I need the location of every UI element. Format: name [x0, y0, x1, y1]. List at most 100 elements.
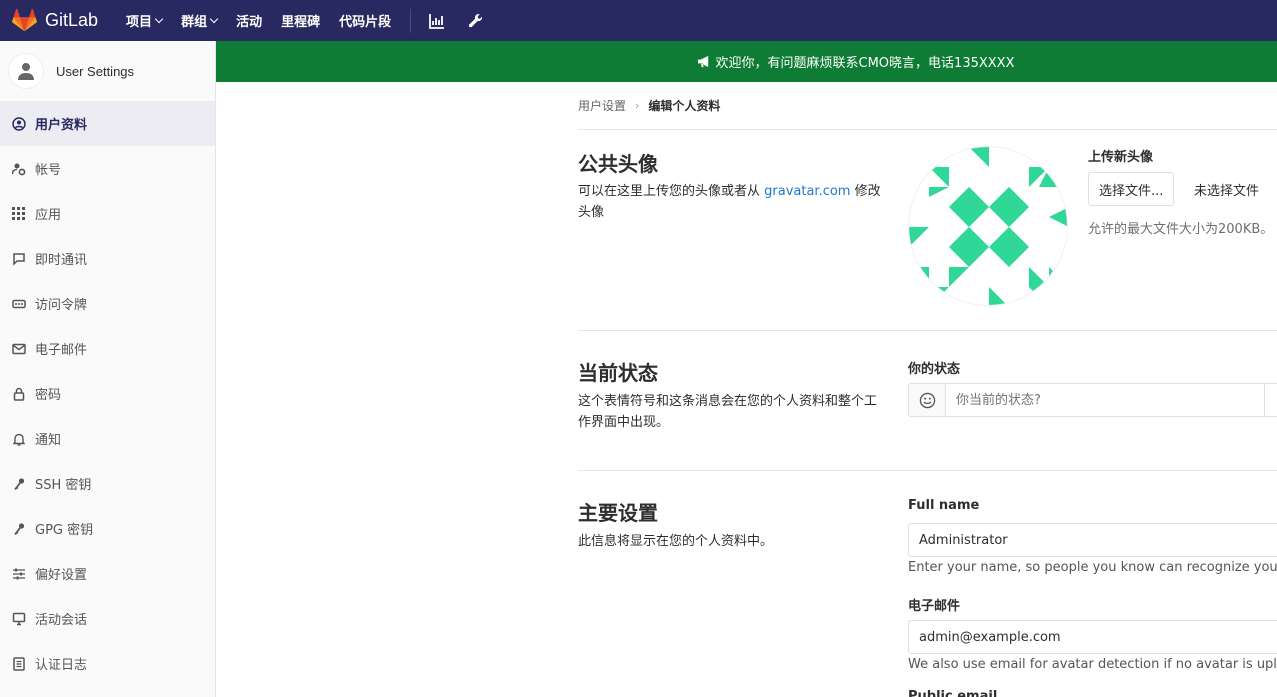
breadcrumb-current: 编辑个人资料	[648, 99, 721, 113]
broadcast-banner: 欢迎你，有问题麻烦联系CMO晓言，电话135XXXX	[216, 41, 1277, 82]
sidebar-item-label: 帐号	[35, 163, 62, 178]
nav-projects[interactable]: 项目	[126, 11, 164, 30]
sidebar-item-label: GPG 密钥	[35, 523, 94, 538]
sidebar-item-7[interactable]: 通知	[0, 416, 215, 461]
broadcast-message: 欢迎你，有问题麻烦联系CMO晓言，电话135XXXX	[715, 56, 1015, 71]
email-label: 电子邮件	[908, 599, 961, 614]
sidebar-item-label: SSH 密钥	[35, 478, 92, 493]
email-input[interactable]	[908, 620, 1277, 654]
avatar-section-title: 公共头像	[578, 152, 658, 176]
sidebar-item-1[interactable]: 帐号	[0, 146, 215, 191]
sidebar-item-9[interactable]: GPG 密钥	[0, 506, 215, 551]
sidebar-item-label: 偏好设置	[35, 568, 88, 583]
main-content: 用户设置 › 编辑个人资料 公共头像 可以在这里上传您的头像或者从 gravat…	[578, 82, 1277, 697]
sidebar-header[interactable]: User Settings	[0, 41, 215, 101]
fullname-input[interactable]	[908, 523, 1277, 557]
sidebar-item-10[interactable]: 偏好设置	[0, 551, 215, 596]
key-icon	[12, 477, 26, 491]
sidebar-item-label: 密码	[35, 388, 62, 403]
avatar-desc-prefix: 可以在这里上传您的头像或者从	[578, 184, 765, 199]
token-icon	[12, 297, 26, 311]
mail-icon	[12, 342, 26, 356]
lock-icon	[12, 387, 26, 401]
nav-snippets-label: 代码片段	[339, 15, 392, 30]
sidebar-item-12[interactable]: 认证日志	[0, 641, 215, 686]
identicon-shape	[1029, 267, 1049, 287]
avatar-section: 公共头像 可以在这里上传您的头像或者从 gravatar.com 修改头像 上传…	[578, 130, 1277, 331]
choose-file-button[interactable]: 选择文件...	[1088, 172, 1175, 206]
main-settings-title: 主要设置	[578, 501, 658, 525]
sidebar-item-label: 通知	[35, 433, 62, 448]
sidebar-item-label: 活动会话	[35, 613, 88, 628]
identicon-shape	[929, 187, 949, 197]
sidebar-item-3[interactable]: 即时通讯	[0, 236, 215, 281]
sidebar-item-label: 认证日志	[35, 658, 88, 673]
public-email-label: Public email	[908, 689, 998, 697]
nav-activity-label: 活动	[236, 15, 263, 30]
bell-icon	[12, 432, 26, 446]
status-input[interactable]	[945, 383, 1277, 417]
nav-groups[interactable]: 群组	[181, 11, 219, 30]
breadcrumb-parent[interactable]: 用户设置	[578, 97, 626, 114]
sidebar-item-4[interactable]: 访问令牌	[0, 281, 215, 326]
nav-groups-label: 群组	[181, 15, 208, 30]
chat-icon	[12, 252, 26, 266]
sidebar-item-0[interactable]: 用户资料	[0, 101, 215, 146]
identicon-shape	[969, 147, 989, 167]
identicon-shape	[909, 267, 929, 287]
identicon-shape	[1049, 208, 1067, 226]
status-input-edge	[1264, 383, 1265, 417]
fullname-label: Full name	[908, 498, 980, 513]
fullname-help: Enter your name, so people you know can …	[908, 560, 1277, 575]
status-section-desc: 这个表情符号和这条消息会在您的个人资料和整个工作界面中出现。	[578, 394, 878, 430]
identicon-shape	[989, 287, 1007, 305]
identicon-shape	[909, 227, 929, 247]
chevron-down-icon	[154, 14, 164, 23]
gitlab-logo[interactable]: GitLab	[12, 9, 98, 32]
sidebar-item-label: 用户资料	[35, 118, 88, 133]
nav-projects-label: 项目	[126, 15, 153, 30]
user-gear-icon	[12, 162, 26, 176]
identicon-shape	[989, 187, 1029, 227]
sidebar-item-6[interactable]: 密码	[0, 371, 215, 416]
user-circle-icon	[12, 116, 26, 131]
nav-milestones-label: 里程碑	[281, 15, 321, 30]
nav-snippets[interactable]: 代码片段	[339, 11, 391, 30]
identicon-shape	[989, 227, 1029, 267]
status-section-title: 当前状态	[578, 361, 658, 385]
log-icon	[12, 656, 26, 671]
email-help: We also use email for avatar detection i…	[908, 657, 1277, 672]
settings-sidebar: User Settings 用户资料帐号应用 即时通讯访问令牌电子邮件密码通知 SS…	[0, 41, 216, 697]
identicon-shape	[1049, 267, 1067, 287]
no-file-chosen-text: 未选择文件	[1194, 184, 1260, 199]
nav-milestones[interactable]: 里程碑	[281, 11, 320, 30]
top-navbar: GitLab 项目 群组 活动 里程碑 代码片段	[0, 0, 1277, 41]
nav-activity[interactable]: 活动	[236, 11, 262, 30]
avatar-section-desc: 可以在这里上传您的头像或者从 gravatar.com 修改头像	[578, 181, 883, 223]
app-name: GitLab	[45, 10, 99, 30]
breadcrumb: 用户设置 › 编辑个人资料	[578, 82, 1277, 130]
wrench-icon[interactable]	[467, 13, 483, 29]
chevron-down-icon	[209, 14, 219, 23]
monitor-icon	[12, 612, 26, 626]
chart-icon[interactable]	[429, 13, 445, 29]
identicon-shape	[929, 167, 949, 187]
status-section: 当前状态 这个表情符号和这条消息会在您的个人资料和整个工作界面中出现。 你的状态	[578, 331, 1277, 471]
identicon-avatar	[908, 146, 1068, 306]
sidebar-item-5[interactable]: 电子邮件	[0, 326, 215, 371]
sidebar-item-11[interactable]: 活动会话	[0, 596, 215, 641]
smiley-icon	[919, 392, 935, 408]
sidebar-item-label: 访问令牌	[35, 298, 88, 313]
chevron-right-icon: ›	[635, 99, 640, 112]
gravatar-link[interactable]: gravatar.com	[764, 184, 850, 199]
sidebar-item-2[interactable]: 应用	[0, 191, 215, 236]
identicon-shape	[929, 287, 949, 297]
sidebar-item-8[interactable]: SSH 密钥	[0, 461, 215, 506]
max-size-help: 允许的最大文件大小为200KB。	[1088, 222, 1274, 237]
emoji-picker-button[interactable]	[908, 383, 946, 417]
status-label: 你的状态	[908, 362, 961, 377]
identicon-shape	[1029, 287, 1049, 297]
sliders-icon	[12, 567, 26, 581]
identicon-shape	[949, 267, 969, 287]
grid-icon	[12, 206, 26, 221]
